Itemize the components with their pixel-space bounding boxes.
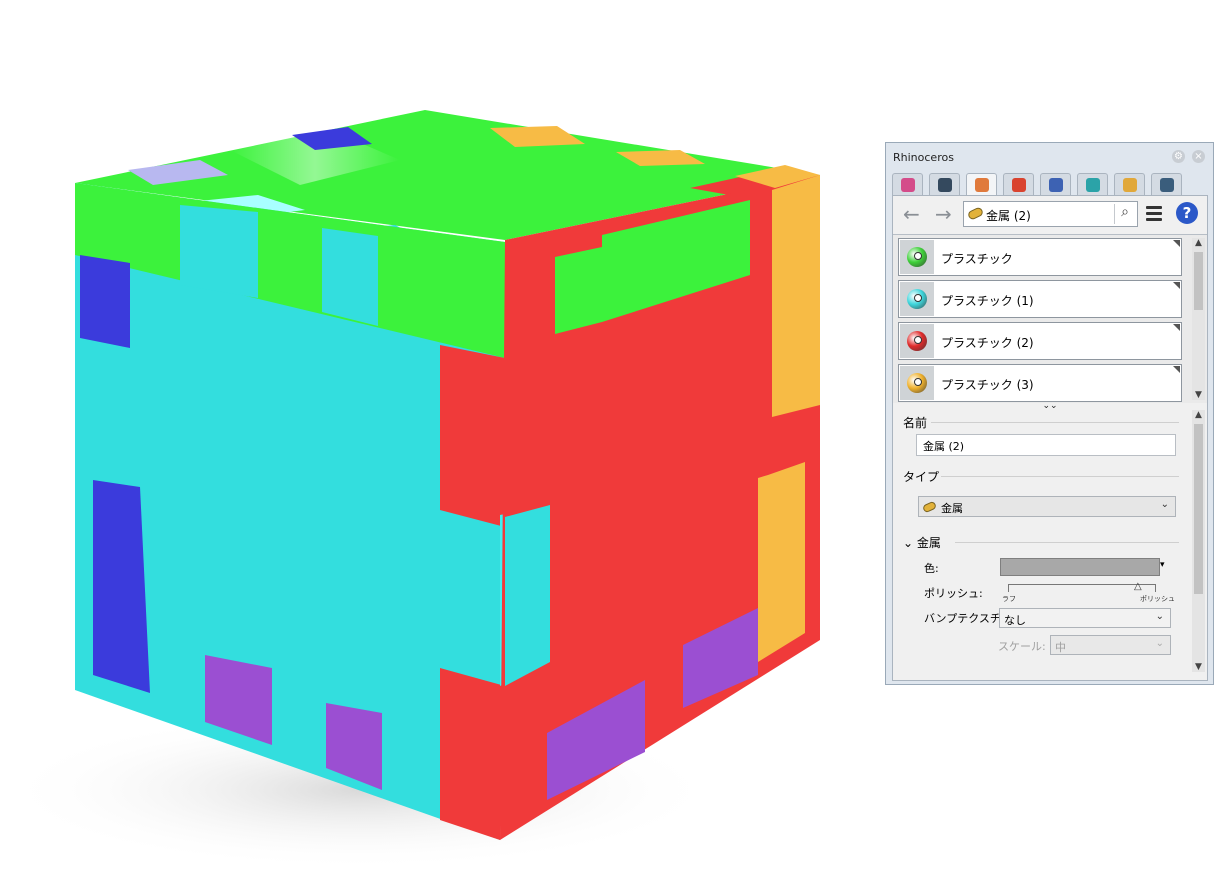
- bump-texture-value: なし: [1004, 614, 1026, 627]
- bump-texture-label: バンプテクスチ: [924, 612, 1001, 625]
- left-notch-cyan-2: [322, 228, 378, 326]
- list-item[interactable]: プラスチック: [898, 238, 1182, 276]
- help-icon[interactable]: ?: [1176, 202, 1198, 224]
- polish-label: ポリッシュ:: [924, 587, 983, 600]
- breadcrumb-label: 金属 (2): [986, 209, 1031, 223]
- material-list: プラスチック プラスチック (1) プラスチック (2) プラスチック (3) …: [893, 234, 1207, 403]
- ground-plane-icon: [1086, 178, 1100, 192]
- tab-libraries[interactable]: [1114, 173, 1145, 195]
- list-item[interactable]: プラスチック (3): [898, 364, 1182, 402]
- properties-scrollbar[interactable]: ▲ ▼: [1192, 410, 1205, 672]
- forward-arrow-icon[interactable]: →: [935, 204, 952, 224]
- navigation-bar: ← → 金属 (2) ⌕ ?: [893, 196, 1207, 234]
- scale-value: 中: [1055, 641, 1066, 654]
- left-tile-blue-1: [80, 255, 130, 348]
- material-properties: 名前 金属 (2) タイプ 金属 ⌄ ⌄ 金属 色: ▾ ポリッシュ: △ ラフ…: [893, 410, 1207, 680]
- material-thumbnail: [900, 324, 934, 358]
- search-icon[interactable]: ⌕: [1114, 204, 1135, 224]
- type-section-label: タイプ: [903, 470, 940, 484]
- tab-materials[interactable]: [966, 173, 997, 196]
- tab-textures[interactable]: [1003, 173, 1034, 195]
- close-icon[interactable]: ×: [1192, 150, 1205, 163]
- environment-sphere-icon: [938, 178, 952, 192]
- chevron-down-icon: ⌄: [1160, 499, 1169, 510]
- material-name: プラスチック (3): [941, 378, 1034, 392]
- textures-icon: [1012, 178, 1026, 192]
- material-name: プラスチック: [941, 252, 1013, 266]
- rendered-cube: [0, 110, 820, 870]
- menu-icon[interactable]: [1146, 206, 1162, 224]
- right-strip-orange-2: [758, 462, 805, 662]
- right-notch-green-1: [555, 247, 602, 334]
- type-select-value: 金属: [941, 502, 963, 515]
- material-name: プラスチック (1): [941, 294, 1034, 308]
- chevron-down-icon: ⌄: [1155, 611, 1164, 622]
- back-arrow-icon[interactable]: ←: [903, 204, 920, 224]
- color-dropdown-icon[interactable]: ▾: [1160, 560, 1165, 570]
- metal-material-icon: [966, 206, 985, 221]
- material-thumbnail: [900, 240, 934, 274]
- tab-rendering[interactable]: [1151, 173, 1182, 195]
- left-notch-cyan-1: [180, 205, 258, 298]
- color-wheel-icon: [901, 178, 915, 192]
- options-icon[interactable]: ⚙: [1172, 150, 1185, 163]
- rendering-icon: [1160, 178, 1174, 192]
- list-item[interactable]: プラスチック (2): [898, 322, 1182, 360]
- color-label: 色:: [924, 562, 939, 575]
- libraries-folder-icon: [1123, 178, 1137, 192]
- left-red-block-1: [440, 345, 505, 527]
- render-viewport[interactable]: [0, 0, 880, 875]
- materials-brush-icon: [975, 178, 989, 192]
- metal-section-label: 金属: [916, 536, 941, 550]
- render-settings-icon: [1049, 178, 1063, 192]
- name-section-label: 名前: [903, 416, 928, 430]
- tab-environment[interactable]: [929, 173, 960, 195]
- scale-label: スケール:: [998, 640, 1046, 653]
- right-cyan-block: [505, 505, 550, 686]
- splitter-handle[interactable]: ⌄⌄: [893, 402, 1207, 411]
- material-thumbnail: [900, 366, 934, 400]
- left-red-block-2: [440, 668, 505, 840]
- type-select[interactable]: 金属 ⌄: [918, 496, 1176, 517]
- bump-texture-select[interactable]: なし ⌄: [999, 608, 1171, 628]
- scale-select: 中 ⌄: [1050, 635, 1171, 655]
- right-strip-orange-1: [772, 175, 820, 417]
- tab-color[interactable]: [892, 173, 923, 195]
- breadcrumb[interactable]: 金属 (2) ⌕: [963, 201, 1138, 227]
- panel-titlebar[interactable]: Rhinoceros ⚙ ×: [886, 143, 1213, 171]
- panel-title: Rhinoceros: [893, 151, 954, 164]
- polish-slider-thumb[interactable]: △: [1134, 581, 1142, 592]
- chevron-down-icon: ⌄: [1155, 638, 1164, 649]
- material-thumbnail: [900, 282, 934, 316]
- panel-tab-strip: [892, 173, 1208, 196]
- rhino-properties-panel: Rhinoceros ⚙ × ← → 金属 (2) ⌕ ? プラスチック プラス…: [885, 142, 1214, 685]
- list-item[interactable]: プラスチック (1): [898, 280, 1182, 318]
- metal-material-icon: [921, 500, 938, 514]
- polish-max-label: ポリッシュ: [1140, 595, 1175, 603]
- polish-min-label: ラフ: [1002, 595, 1016, 603]
- name-field[interactable]: 金属 (2): [916, 434, 1176, 456]
- material-name: プラスチック (2): [941, 336, 1034, 350]
- material-list-scrollbar[interactable]: ▲ ▼: [1192, 238, 1205, 400]
- color-swatch[interactable]: [1000, 558, 1160, 576]
- tab-ground-plane[interactable]: [1077, 173, 1108, 195]
- materials-editor: ← → 金属 (2) ⌕ ? プラスチック プラスチック (1) プラスチック …: [892, 195, 1208, 681]
- tab-render-settings[interactable]: [1040, 173, 1071, 195]
- metal-section-toggle[interactable]: ⌄ 金属: [903, 534, 941, 551]
